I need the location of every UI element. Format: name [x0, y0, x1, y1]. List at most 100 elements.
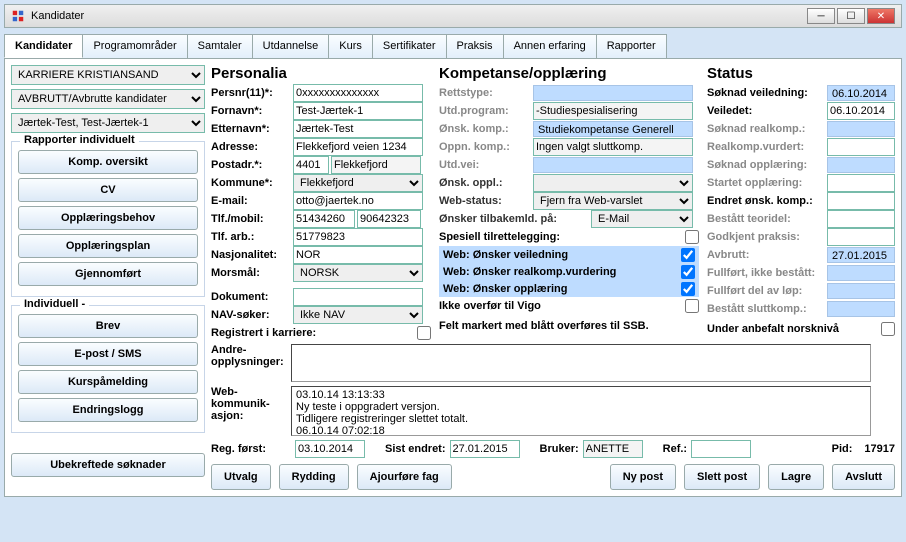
kurspamelding-button[interactable]: Kurspåmelding	[18, 370, 198, 394]
soknad-real-label: Søknad realkomp.:	[707, 123, 825, 135]
web-label3: asjon:	[211, 410, 291, 422]
reg-karriere-checkbox[interactable]	[417, 326, 431, 340]
nav-select[interactable]: Ikke NAV	[293, 306, 423, 324]
opplaeringsplan-button[interactable]: Opplæringsplan	[18, 234, 198, 258]
reg-forst-label: Reg. først:	[211, 443, 291, 455]
komp-oversikt-button[interactable]: Komp. oversikt	[18, 150, 198, 174]
tab-praksis[interactable]: Praksis	[446, 34, 504, 58]
main-tabs: Kandidater Programområder Samtaler Utdan…	[4, 34, 902, 59]
web-opplaering-checkbox[interactable]	[681, 282, 695, 296]
fornavn-input[interactable]	[293, 102, 423, 120]
tab-utdannelse[interactable]: Utdannelse	[252, 34, 330, 58]
webstatus-select[interactable]: Fjern fra Web-varslet	[533, 192, 693, 210]
rettstype-field	[533, 85, 693, 101]
ikke-vigo-checkbox[interactable]	[685, 299, 699, 313]
morsmal-label: Morsmål:	[211, 267, 291, 279]
rydding-button[interactable]: Rydding	[279, 464, 349, 490]
email-input[interactable]	[293, 192, 423, 210]
realkomp-vurdert-label: Realkomp.vurdert:	[707, 141, 825, 153]
kommune-label: Kommune*:	[211, 177, 291, 189]
select-candidate[interactable]: Jærtek-Test, Test-Jærtek-1	[11, 113, 205, 133]
epost-sms-button[interactable]: E-post / SMS	[18, 342, 198, 366]
web-realkomp-row: Web: Ønsker realkomp.vurdering	[439, 263, 699, 280]
web-veiledning-checkbox[interactable]	[681, 248, 695, 262]
minimize-button[interactable]: ─	[807, 8, 835, 24]
bruker-field	[583, 440, 643, 458]
realkomp-vurdert-input[interactable]	[827, 138, 895, 156]
bestatt-teori-input[interactable]	[827, 210, 895, 228]
avslutt-button[interactable]: Avslutt	[832, 464, 895, 490]
ref-input[interactable]	[691, 440, 751, 458]
tab-samtaler[interactable]: Samtaler	[187, 34, 253, 58]
brev-button[interactable]: Brev	[18, 314, 198, 338]
utvalg-button[interactable]: Utvalg	[211, 464, 271, 490]
under-norsk-checkbox[interactable]	[881, 322, 895, 336]
lagre-button[interactable]: Lagre	[768, 464, 824, 490]
ubekreftede-soknader-button[interactable]: Ubekreftede søknader	[11, 453, 205, 477]
tab-annen-erfaring[interactable]: Annen erfaring	[503, 34, 597, 58]
web-veiledning-row: Web: Ønsker veiledning	[439, 246, 699, 263]
tab-kandidater[interactable]: Kandidater	[4, 34, 83, 58]
onskoppl-select[interactable]	[533, 174, 693, 192]
slett-post-button[interactable]: Slett post	[684, 464, 760, 490]
gjennomfort-button[interactable]: Gjennomført	[18, 262, 198, 286]
cv-button[interactable]: CV	[18, 178, 198, 202]
veiledet-input[interactable]	[827, 102, 895, 120]
opplaeringsbehov-button[interactable]: Opplæringsbehov	[18, 206, 198, 230]
webstatus-label: Web-status:	[439, 195, 531, 207]
utdprogram-label: Utd.program:	[439, 105, 531, 117]
postnr-input[interactable]	[293, 156, 329, 174]
close-button[interactable]: ✕	[867, 8, 895, 24]
utdvei-field	[533, 157, 693, 173]
etternavn-input[interactable]	[293, 120, 423, 138]
dokument-input[interactable]	[293, 288, 423, 306]
avbrutt-value: 27.01.2015	[827, 247, 895, 263]
adresse-input[interactable]	[293, 138, 423, 156]
dokument-label: Dokument:	[211, 291, 291, 303]
web-realkomp-checkbox[interactable]	[681, 265, 695, 279]
persnr-input[interactable]	[293, 84, 423, 102]
startet-input[interactable]	[827, 174, 895, 192]
select-org[interactable]: KARRIERE KRISTIANSAND	[11, 65, 205, 85]
godkj-praksis-input[interactable]	[827, 228, 895, 246]
kompetanse-heading: Kompetanse/opplæring	[439, 65, 699, 84]
tlfmobil-label: Tlf./mobil:	[211, 213, 291, 225]
kommune-select[interactable]: Flekkefjord	[293, 174, 423, 192]
poststed-input	[331, 156, 421, 174]
fullfort-ikke-value	[827, 265, 895, 281]
bruker-label: Bruker:	[540, 443, 579, 455]
fornavn-label: Fornavn*:	[211, 105, 291, 117]
oppnkomp-label: Oppn. komp.:	[439, 141, 531, 153]
onsktil-select[interactable]: E-Mail	[591, 210, 693, 228]
reg-forst-input[interactable]	[295, 440, 365, 458]
spesiell-checkbox[interactable]	[685, 230, 699, 244]
sist-endret-input[interactable]	[450, 440, 520, 458]
app-icon	[11, 9, 25, 23]
endringslogg-button[interactable]: Endringslogg	[18, 398, 198, 422]
ajourfore-fag-button[interactable]: Ajourføre fag	[357, 464, 452, 490]
tab-programomrader[interactable]: Programområder	[82, 34, 187, 58]
soknad-real-value	[827, 121, 895, 137]
endret-onsk-input[interactable]	[827, 192, 895, 210]
morsmal-select[interactable]: NORSK	[293, 264, 423, 282]
ny-post-button[interactable]: Ny post	[610, 464, 676, 490]
spesiell-label: Spesiell tilrettelegging:	[439, 231, 683, 243]
nasjonalitet-input[interactable]	[293, 246, 423, 264]
oppnkomp-field	[533, 138, 693, 156]
andre-opplysninger-textarea[interactable]	[291, 344, 871, 382]
onskoppl-label: Ønsk. oppl.:	[439, 177, 531, 189]
tlf-input[interactable]	[293, 210, 355, 228]
select-status-filter[interactable]: AVBRUTT/Avbrutte kandidater	[11, 89, 205, 109]
tab-kurs[interactable]: Kurs	[328, 34, 373, 58]
mobil-input[interactable]	[357, 210, 421, 228]
maximize-button[interactable]: ☐	[837, 8, 865, 24]
tlfarb-input[interactable]	[293, 228, 423, 246]
web-kommunikasjon-textarea[interactable]: 03.10.14 13:13:33 Ny teste i oppgradert …	[291, 386, 871, 436]
pid-value: 17917	[856, 443, 895, 455]
tab-rapporter[interactable]: Rapporter	[596, 34, 667, 58]
postadr-label: Postadr.*:	[211, 159, 291, 171]
nasjonalitet-label: Nasjonalitet:	[211, 249, 291, 261]
tab-sertifikater[interactable]: Sertifikater	[372, 34, 447, 58]
onskkomp-field: Studiekompetanse Generell	[533, 121, 693, 137]
fullfort-del-value	[827, 283, 895, 299]
